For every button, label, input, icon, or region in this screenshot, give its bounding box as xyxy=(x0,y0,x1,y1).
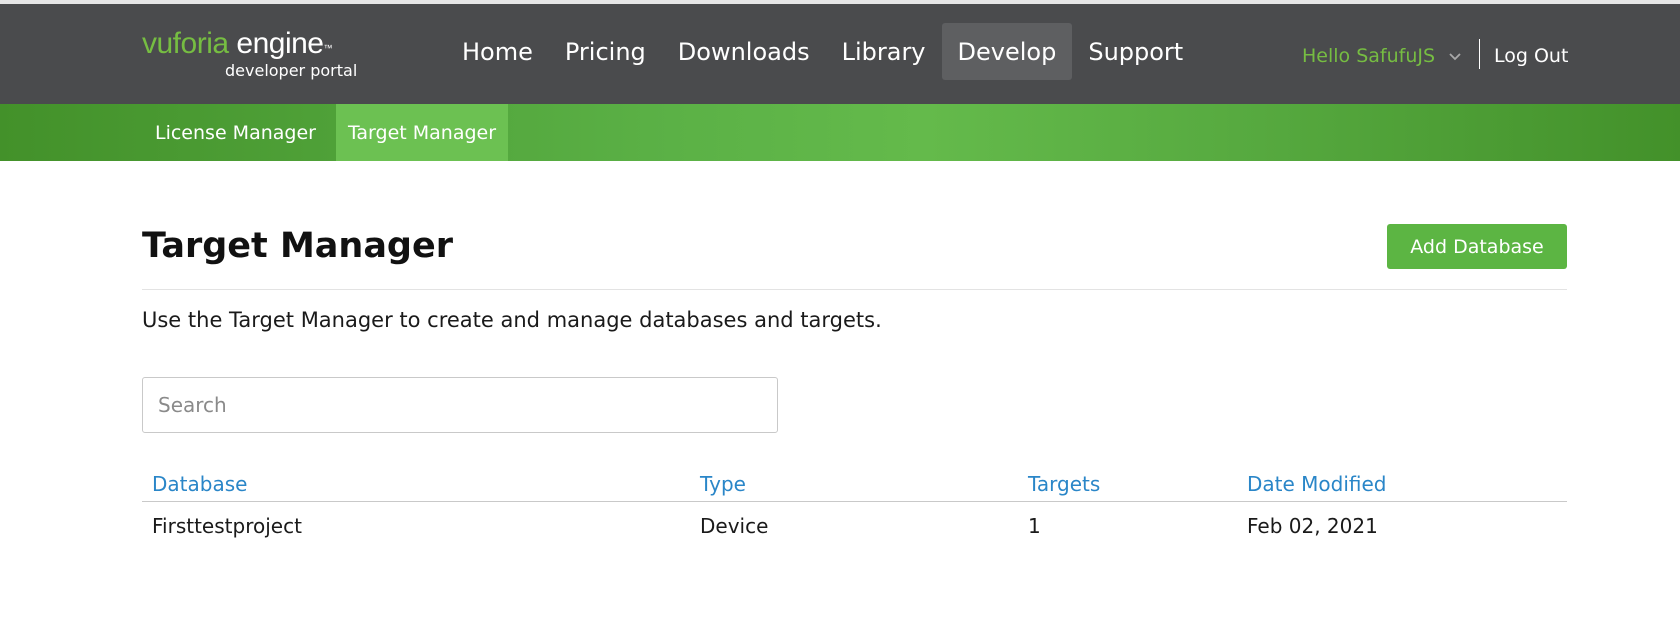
sub-nav-bar: License Manager Target Manager xyxy=(0,104,1680,161)
logo-wordmark: vuforia engine™ xyxy=(142,28,332,60)
main-nav: Home Pricing Downloads Library Develop S… xyxy=(446,23,1199,80)
column-header-targets[interactable]: Targets xyxy=(1028,472,1100,496)
cell-targets: 1 xyxy=(1028,514,1041,538)
cell-type: Device xyxy=(700,514,769,538)
page-description: Use the Target Manager to create and man… xyxy=(142,308,882,332)
nav-item-support[interactable]: Support xyxy=(1072,23,1199,80)
title-divider xyxy=(142,289,1567,290)
database-table: Database Type Targets Date Modified Firs… xyxy=(142,472,1567,554)
sub-nav: License Manager Target Manager xyxy=(143,104,516,161)
vuforia-logo[interactable]: vuforia engine™ developer portal xyxy=(142,28,357,81)
page-title: Target Manager xyxy=(142,226,453,266)
chevron-down-icon xyxy=(1449,53,1461,61)
search-input[interactable] xyxy=(142,377,778,433)
header-divider xyxy=(1479,39,1480,69)
logo-trademark: ™ xyxy=(323,43,332,53)
nav-item-home[interactable]: Home xyxy=(446,23,549,80)
user-menu[interactable]: Hello SafufuJS xyxy=(1302,42,1463,70)
logo-brand: vuforia xyxy=(142,27,229,60)
column-header-type[interactable]: Type xyxy=(700,472,746,496)
add-database-button[interactable]: Add Database xyxy=(1387,224,1567,269)
logo-product: engine xyxy=(236,27,324,60)
nav-item-library[interactable]: Library xyxy=(826,23,942,80)
cell-date-modified: Feb 02, 2021 xyxy=(1247,514,1378,538)
table-row[interactable]: Firsttestproject Device 1 Feb 02, 2021 xyxy=(142,502,1567,554)
subnav-item-target-manager[interactable]: Target Manager xyxy=(335,104,509,161)
nav-item-downloads[interactable]: Downloads xyxy=(662,23,826,80)
column-header-database[interactable]: Database xyxy=(152,472,247,496)
nav-item-pricing[interactable]: Pricing xyxy=(549,23,662,80)
logout-link[interactable]: Log Out xyxy=(1494,42,1568,70)
column-header-date-modified[interactable]: Date Modified xyxy=(1247,472,1387,496)
user-greeting: Hello SafufuJS xyxy=(1302,45,1436,67)
cell-database-name[interactable]: Firsttestproject xyxy=(152,514,302,538)
logo-subtitle: developer portal xyxy=(225,61,358,80)
nav-item-develop[interactable]: Develop xyxy=(941,23,1073,80)
table-header: Database Type Targets Date Modified xyxy=(142,472,1567,502)
subnav-item-license-manager[interactable]: License Manager xyxy=(143,104,328,161)
top-header: vuforia engine™ developer portal Home Pr… xyxy=(0,4,1680,104)
